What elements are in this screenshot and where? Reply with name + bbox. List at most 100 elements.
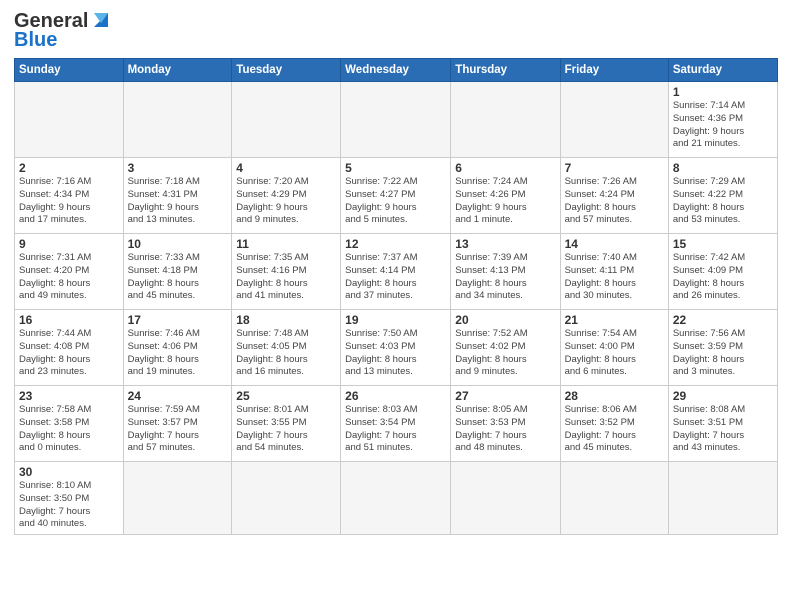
day-sun-info: Sunrise: 8:01 AM Sunset: 3:55 PM Dayligh… [236,404,336,455]
calendar-day-cell [15,82,124,158]
day-number: 18 [236,313,336,327]
calendar-day-cell: 30Sunrise: 8:10 AM Sunset: 3:50 PM Dayli… [15,462,124,535]
calendar-day-cell: 15Sunrise: 7:42 AM Sunset: 4:09 PM Dayli… [668,234,777,310]
calendar-day-cell: 20Sunrise: 7:52 AM Sunset: 4:02 PM Dayli… [451,310,560,386]
day-sun-info: Sunrise: 8:06 AM Sunset: 3:52 PM Dayligh… [565,404,664,455]
day-number: 7 [565,161,664,175]
day-number: 21 [565,313,664,327]
blue-shape-icon [90,9,112,31]
day-number: 6 [455,161,555,175]
calendar-day-cell: 29Sunrise: 8:08 AM Sunset: 3:51 PM Dayli… [668,386,777,462]
calendar-day-cell: 19Sunrise: 7:50 AM Sunset: 4:03 PM Dayli… [341,310,451,386]
day-sun-info: Sunrise: 7:14 AM Sunset: 4:36 PM Dayligh… [673,100,773,151]
calendar-day-cell: 12Sunrise: 7:37 AM Sunset: 4:14 PM Dayli… [341,234,451,310]
day-number: 8 [673,161,773,175]
day-sun-info: Sunrise: 7:26 AM Sunset: 4:24 PM Dayligh… [565,176,664,227]
calendar-table: SundayMondayTuesdayWednesdayThursdayFrid… [14,58,778,535]
calendar-day-cell [560,82,668,158]
day-sun-info: Sunrise: 7:44 AM Sunset: 4:08 PM Dayligh… [19,328,119,379]
calendar-day-cell: 18Sunrise: 7:48 AM Sunset: 4:05 PM Dayli… [232,310,341,386]
calendar-week-row: 30Sunrise: 8:10 AM Sunset: 3:50 PM Dayli… [15,462,778,535]
calendar-day-cell [123,82,232,158]
day-sun-info: Sunrise: 7:29 AM Sunset: 4:22 PM Dayligh… [673,176,773,227]
day-number: 27 [455,389,555,403]
day-sun-info: Sunrise: 7:46 AM Sunset: 4:06 PM Dayligh… [128,328,228,379]
calendar-day-cell [560,462,668,535]
day-sun-info: Sunrise: 7:50 AM Sunset: 4:03 PM Dayligh… [345,328,446,379]
calendar-day-cell [451,462,560,535]
day-sun-info: Sunrise: 8:08 AM Sunset: 3:51 PM Dayligh… [673,404,773,455]
day-sun-info: Sunrise: 7:40 AM Sunset: 4:11 PM Dayligh… [565,252,664,303]
calendar-day-cell: 7Sunrise: 7:26 AM Sunset: 4:24 PM Daylig… [560,158,668,234]
day-number: 20 [455,313,555,327]
day-sun-info: Sunrise: 7:33 AM Sunset: 4:18 PM Dayligh… [128,252,228,303]
calendar-day-cell: 10Sunrise: 7:33 AM Sunset: 4:18 PM Dayli… [123,234,232,310]
calendar-day-cell: 14Sunrise: 7:40 AM Sunset: 4:11 PM Dayli… [560,234,668,310]
calendar-day-cell [451,82,560,158]
calendar-day-cell: 13Sunrise: 7:39 AM Sunset: 4:13 PM Dayli… [451,234,560,310]
logo-area: General Blue [14,10,112,52]
calendar-day-cell: 6Sunrise: 7:24 AM Sunset: 4:26 PM Daylig… [451,158,560,234]
day-number: 4 [236,161,336,175]
weekday-header-monday: Monday [123,59,232,82]
calendar-day-cell: 1Sunrise: 7:14 AM Sunset: 4:36 PM Daylig… [668,82,777,158]
calendar-day-cell [123,462,232,535]
calendar-day-cell [232,82,341,158]
weekday-header-saturday: Saturday [668,59,777,82]
calendar-day-cell: 16Sunrise: 7:44 AM Sunset: 4:08 PM Dayli… [15,310,124,386]
calendar-day-cell [232,462,341,535]
page: General Blue SundayMondayTuesdayWednesda… [0,0,792,612]
day-sun-info: Sunrise: 7:42 AM Sunset: 4:09 PM Dayligh… [673,252,773,303]
day-number: 29 [673,389,773,403]
day-number: 16 [19,313,119,327]
weekday-header-thursday: Thursday [451,59,560,82]
blue-text: Blue [14,29,57,52]
calendar-day-cell: 8Sunrise: 7:29 AM Sunset: 4:22 PM Daylig… [668,158,777,234]
day-number: 9 [19,237,119,251]
calendar-day-cell: 24Sunrise: 7:59 AM Sunset: 3:57 PM Dayli… [123,386,232,462]
day-number: 22 [673,313,773,327]
day-number: 15 [673,237,773,251]
calendar-week-row: 16Sunrise: 7:44 AM Sunset: 4:08 PM Dayli… [15,310,778,386]
calendar-day-cell: 26Sunrise: 8:03 AM Sunset: 3:54 PM Dayli… [341,386,451,462]
day-number: 30 [19,465,119,479]
day-sun-info: Sunrise: 7:35 AM Sunset: 4:16 PM Dayligh… [236,252,336,303]
day-sun-info: Sunrise: 7:24 AM Sunset: 4:26 PM Dayligh… [455,176,555,227]
day-number: 5 [345,161,446,175]
calendar-day-cell: 23Sunrise: 7:58 AM Sunset: 3:58 PM Dayli… [15,386,124,462]
weekday-header-wednesday: Wednesday [341,59,451,82]
calendar-day-cell: 9Sunrise: 7:31 AM Sunset: 4:20 PM Daylig… [15,234,124,310]
weekday-header-sunday: Sunday [15,59,124,82]
day-sun-info: Sunrise: 7:52 AM Sunset: 4:02 PM Dayligh… [455,328,555,379]
day-number: 26 [345,389,446,403]
day-number: 3 [128,161,228,175]
calendar-day-cell: 2Sunrise: 7:16 AM Sunset: 4:34 PM Daylig… [15,158,124,234]
weekday-header-friday: Friday [560,59,668,82]
day-sun-info: Sunrise: 7:22 AM Sunset: 4:27 PM Dayligh… [345,176,446,227]
day-sun-info: Sunrise: 8:03 AM Sunset: 3:54 PM Dayligh… [345,404,446,455]
day-number: 10 [128,237,228,251]
calendar-day-cell: 25Sunrise: 8:01 AM Sunset: 3:55 PM Dayli… [232,386,341,462]
day-sun-info: Sunrise: 7:31 AM Sunset: 4:20 PM Dayligh… [19,252,119,303]
calendar-week-row: 2Sunrise: 7:16 AM Sunset: 4:34 PM Daylig… [15,158,778,234]
calendar-week-row: 23Sunrise: 7:58 AM Sunset: 3:58 PM Dayli… [15,386,778,462]
day-sun-info: Sunrise: 7:59 AM Sunset: 3:57 PM Dayligh… [128,404,228,455]
calendar-day-cell: 3Sunrise: 7:18 AM Sunset: 4:31 PM Daylig… [123,158,232,234]
day-number: 28 [565,389,664,403]
day-number: 11 [236,237,336,251]
calendar-day-cell [341,462,451,535]
calendar-day-cell: 17Sunrise: 7:46 AM Sunset: 4:06 PM Dayli… [123,310,232,386]
day-sun-info: Sunrise: 8:05 AM Sunset: 3:53 PM Dayligh… [455,404,555,455]
day-number: 23 [19,389,119,403]
day-number: 1 [673,85,773,99]
calendar-day-cell: 28Sunrise: 8:06 AM Sunset: 3:52 PM Dayli… [560,386,668,462]
header: General Blue [14,10,778,52]
calendar-day-cell [668,462,777,535]
day-number: 12 [345,237,446,251]
day-number: 19 [345,313,446,327]
calendar-week-row: 1Sunrise: 7:14 AM Sunset: 4:36 PM Daylig… [15,82,778,158]
day-sun-info: Sunrise: 7:39 AM Sunset: 4:13 PM Dayligh… [455,252,555,303]
weekday-header-row: SundayMondayTuesdayWednesdayThursdayFrid… [15,59,778,82]
calendar-day-cell: 4Sunrise: 7:20 AM Sunset: 4:29 PM Daylig… [232,158,341,234]
day-sun-info: Sunrise: 7:54 AM Sunset: 4:00 PM Dayligh… [565,328,664,379]
